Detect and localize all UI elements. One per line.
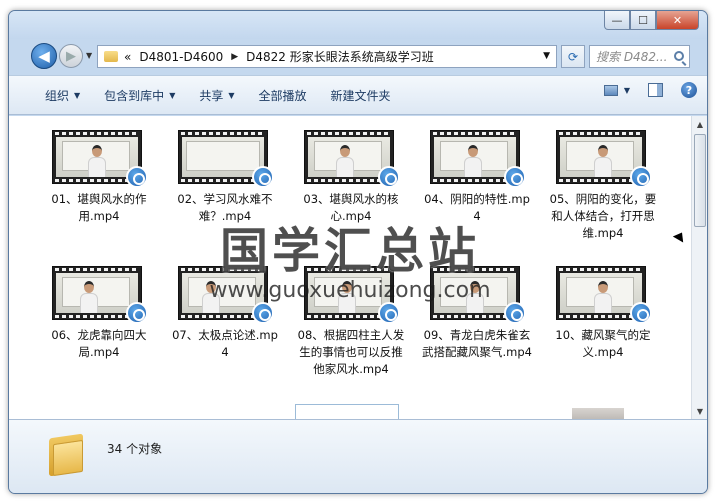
organize-label: 组织 bbox=[45, 88, 70, 103]
media-player-icon bbox=[378, 166, 400, 188]
scroll-thumb[interactable] bbox=[694, 134, 706, 227]
organize-button[interactable]: 组织 ▼ bbox=[33, 82, 92, 108]
minimize-button[interactable]: — bbox=[604, 11, 630, 30]
change-view-icon[interactable] bbox=[603, 84, 618, 96]
video-thumbnail bbox=[556, 130, 652, 188]
video-thumbnail bbox=[304, 130, 400, 188]
file-name: 10、藏风聚气的定义.mp4 bbox=[555, 328, 651, 359]
caption-buttons: — ☐ ✕ bbox=[604, 11, 699, 30]
breadcrumb-item-current[interactable]: D4822 形家长眼法系统高级学习班 bbox=[246, 48, 434, 65]
file-name: 06、龙虎靠向四大局.mp4 bbox=[51, 328, 147, 359]
media-player-icon bbox=[126, 166, 148, 188]
refresh-button[interactable]: ⟳ bbox=[561, 45, 585, 68]
address-dropdown-icon[interactable]: ▼ bbox=[543, 51, 550, 61]
preview-pane-icon[interactable] bbox=[648, 83, 663, 97]
details-pane: 34 个对象 bbox=[9, 419, 707, 493]
search-icon[interactable] bbox=[674, 51, 684, 61]
share-button[interactable]: 共享 ▼ bbox=[187, 82, 246, 108]
file-name: 08、根据四柱主人发生的事情也可以反推他家风水.mp4 bbox=[297, 328, 405, 376]
breadcrumb-item-parent[interactable]: D4801-D4600 bbox=[139, 50, 223, 64]
view-dropdown-icon[interactable]: ▼ bbox=[624, 86, 630, 95]
address-bar[interactable]: « D4801-D4600 ▶ D4822 形家长眼法系统高级学习班 ▼ bbox=[97, 45, 557, 68]
item-count: 34 个对象 bbox=[107, 442, 163, 456]
media-player-icon bbox=[504, 302, 526, 324]
new-folder-label: 新建文件夹 bbox=[330, 88, 391, 103]
scroll-up-icon[interactable]: ▲ bbox=[692, 116, 707, 132]
help-icon[interactable]: ? bbox=[681, 82, 697, 98]
video-thumbnail-partial[interactable] bbox=[572, 408, 624, 419]
chevron-down-icon: ▼ bbox=[74, 90, 81, 100]
close-button[interactable]: ✕ bbox=[656, 11, 699, 30]
title-bar: — ☐ ✕ bbox=[9, 11, 707, 39]
breadcrumb-arrow-icon[interactable]: ▶ bbox=[231, 52, 238, 62]
file-name: 07、太极点论述.mp4 bbox=[172, 328, 278, 359]
video-thumbnail bbox=[178, 130, 274, 188]
view-controls: ▼ ? bbox=[603, 82, 697, 98]
file-name: 09、青龙白虎朱雀玄武搭配藏风聚气.mp4 bbox=[422, 328, 532, 359]
search-placeholder: 搜索 D482... bbox=[596, 50, 668, 64]
scroll-down-icon[interactable]: ▼ bbox=[692, 403, 707, 419]
vertical-scrollbar[interactable]: ▲ ▼ bbox=[691, 116, 707, 419]
navigation-bar: ◀ ▶ ▼ « D4801-D4600 ▶ D4822 形家长眼法系统高级学习班… bbox=[9, 39, 707, 75]
media-player-icon bbox=[252, 302, 274, 324]
media-player-icon bbox=[252, 166, 274, 188]
search-input[interactable]: 搜索 D482... bbox=[589, 45, 690, 68]
include-in-library-label: 包含到库中 bbox=[104, 88, 165, 103]
breadcrumb-overflow[interactable]: « bbox=[124, 50, 131, 64]
new-folder-button[interactable]: 新建文件夹 bbox=[319, 82, 403, 108]
maximize-button[interactable]: ☐ bbox=[630, 11, 656, 30]
chevron-down-icon: ▼ bbox=[169, 90, 176, 100]
file-item-partial[interactable] bbox=[295, 404, 399, 419]
include-in-library-button[interactable]: 包含到库中 ▼ bbox=[92, 82, 187, 108]
media-player-icon bbox=[378, 302, 400, 324]
folder-icon bbox=[49, 433, 83, 477]
play-all-label: 全部播放 bbox=[258, 88, 307, 103]
watermark-url: www.guoxuehuizong.com bbox=[209, 278, 491, 303]
video-thumbnail bbox=[430, 130, 526, 188]
file-list: 01、堪舆风水的作用.mp4 02、学习风水难不难？.mp4 03、堪舆风水的核… bbox=[9, 116, 691, 419]
play-all-button[interactable]: 全部播放 bbox=[247, 82, 319, 108]
back-button[interactable]: ◀ bbox=[31, 43, 57, 69]
command-bar: 组织 ▼ 包含到库中 ▼ 共享 ▼ 全部播放 新建文件夹 ▼ ? bbox=[9, 75, 707, 115]
recent-pages-button[interactable]: ▼ bbox=[86, 51, 92, 60]
media-player-icon bbox=[504, 166, 526, 188]
watermark-title: 国学汇总站 bbox=[219, 223, 480, 279]
media-player-icon bbox=[630, 302, 652, 324]
refresh-icon: ⟳ bbox=[567, 49, 579, 64]
forward-button[interactable]: ▶ bbox=[59, 44, 83, 68]
chevron-down-icon: ▼ bbox=[228, 90, 235, 100]
media-player-icon bbox=[630, 166, 652, 188]
folder-icon bbox=[104, 51, 118, 62]
share-label: 共享 bbox=[199, 88, 224, 103]
explorer-window: — ☐ ✕ ◀ ▶ ▼ « D4801-D4600 ▶ D4822 形家长眼法系… bbox=[8, 10, 708, 494]
media-player-icon bbox=[126, 302, 148, 324]
video-thumbnail bbox=[52, 130, 148, 188]
